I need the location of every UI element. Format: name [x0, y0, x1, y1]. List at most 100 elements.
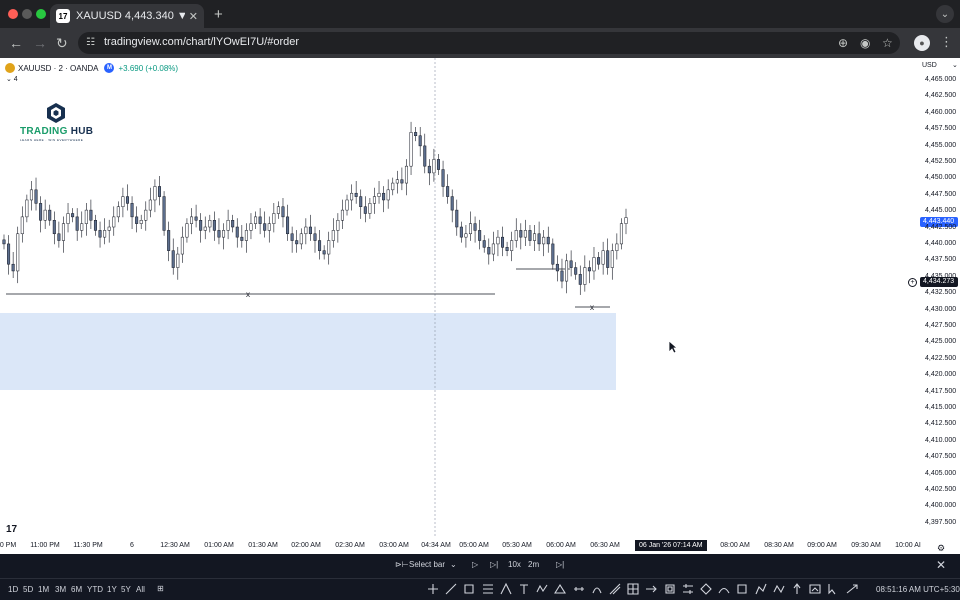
- candle-body[interactable]: [43, 209, 47, 221]
- arc-tool-icon[interactable]: [717, 582, 731, 596]
- candle-body[interactable]: [304, 226, 308, 235]
- range-button-1d[interactable]: 1D: [8, 585, 18, 594]
- price-plot[interactable]: x x: [0, 58, 918, 538]
- candle-body[interactable]: [336, 220, 340, 231]
- candle-body[interactable]: [263, 223, 267, 231]
- candle-body[interactable]: [555, 263, 559, 272]
- candle-body[interactable]: [139, 220, 143, 224]
- candle-body[interactable]: [89, 209, 93, 221]
- shape-tool-icon[interactable]: [699, 582, 713, 596]
- candle-body[interactable]: [615, 243, 619, 251]
- candle-body[interactable]: [48, 209, 52, 221]
- candle-body[interactable]: [432, 159, 436, 174]
- url-text[interactable]: tradingview.com/chart/lYOwEI7U/#order: [104, 36, 299, 48]
- candle-body[interactable]: [478, 230, 482, 241]
- add-alert-plus-icon[interactable]: +: [908, 278, 917, 287]
- range-button-ytd[interactable]: YTD: [87, 585, 103, 594]
- candle-body[interactable]: [318, 240, 322, 251]
- candle-body[interactable]: [121, 196, 125, 207]
- chart-settings-gear-icon[interactable]: ⚙: [937, 543, 945, 554]
- candle-body[interactable]: [71, 213, 75, 218]
- candle-body[interactable]: [551, 243, 555, 265]
- candle-body[interactable]: [276, 206, 280, 214]
- candle-body[interactable]: [359, 196, 363, 207]
- candle-body[interactable]: [57, 233, 61, 241]
- forward-arrow-icon[interactable]: →: [33, 35, 47, 51]
- candle-body[interactable]: [350, 192, 354, 201]
- candle-body[interactable]: [130, 203, 134, 218]
- tab-tradingview[interactable]: 17 XAUUSD 4,443.340 ▼ −0.3% ✕: [50, 4, 204, 28]
- path-tool-icon[interactable]: [754, 582, 768, 596]
- candle-body[interactable]: [409, 132, 413, 167]
- candle-body[interactable]: [25, 199, 29, 218]
- candle-body[interactable]: [427, 165, 431, 174]
- back-arrow-icon[interactable]: ←: [9, 35, 23, 51]
- candle-body[interactable]: [171, 250, 175, 268]
- candle-body[interactable]: [528, 230, 532, 241]
- candle-body[interactable]: [16, 233, 20, 272]
- candle-body[interactable]: [354, 192, 358, 197]
- zigzag-tool-icon[interactable]: [772, 582, 786, 596]
- candle-body[interactable]: [542, 236, 546, 245]
- candle-body[interactable]: [20, 216, 24, 235]
- currency-label[interactable]: USD: [922, 62, 937, 69]
- candle-body[interactable]: [222, 230, 226, 238]
- candle-body[interactable]: [185, 223, 189, 238]
- candle-body[interactable]: [404, 165, 408, 184]
- candle-body[interactable]: [313, 233, 317, 241]
- candle-body[interactable]: [180, 236, 184, 255]
- candle-body[interactable]: [267, 223, 271, 231]
- tab-search-chevron-icon[interactable]: ⌄: [936, 5, 954, 23]
- zoom-icon[interactable]: ⊕: [838, 36, 848, 50]
- candle-body[interactable]: [505, 247, 509, 251]
- candle-body[interactable]: [144, 209, 148, 221]
- candle-body[interactable]: [125, 196, 129, 204]
- candle-body[interactable]: [592, 257, 596, 272]
- currency-chevron-icon[interactable]: ⌄: [952, 61, 958, 69]
- candle-body[interactable]: [340, 209, 344, 221]
- drawing-x-mark-2[interactable]: x: [590, 303, 594, 312]
- candle-body[interactable]: [217, 230, 221, 238]
- candle-body[interactable]: [7, 243, 11, 265]
- candle-body[interactable]: [226, 220, 230, 231]
- candle-body[interactable]: [98, 230, 102, 238]
- measure-tool-icon[interactable]: [572, 582, 586, 596]
- candle-body[interactable]: [322, 250, 326, 255]
- candle-body[interactable]: [194, 216, 198, 221]
- candle-body[interactable]: [295, 240, 299, 245]
- time-scale[interactable]: 06 Jan '26 07:14 AM 0 PM 11:00 PM 11:30 PM…: [0, 538, 921, 554]
- range-tool-icon[interactable]: [663, 582, 677, 596]
- symbol-name[interactable]: XAUUSD · 2 · OANDA: [18, 64, 98, 73]
- replay-interval-button[interactable]: 2m: [528, 560, 539, 569]
- range-button-1m[interactable]: 1M: [38, 585, 49, 594]
- browser-menu-icon[interactable]: ⋮: [940, 34, 953, 50]
- candle-body[interactable]: [377, 192, 381, 197]
- close-window-icon[interactable]: [8, 9, 18, 19]
- crosshair-tool-icon[interactable]: [426, 582, 440, 596]
- range-button-5d[interactable]: 5D: [23, 585, 33, 594]
- candle-body[interactable]: [29, 189, 33, 201]
- url-omnibox[interactable]: ☷ tradingview.com/chart/lYOwEI7U/#order …: [78, 32, 900, 54]
- arrow-tool-icon[interactable]: [845, 582, 859, 596]
- candle-body[interactable]: [116, 206, 120, 218]
- candle-body[interactable]: [537, 233, 541, 245]
- site-info-icon[interactable]: ☷: [86, 37, 95, 48]
- candle-body[interactable]: [464, 233, 468, 238]
- candle-body[interactable]: [418, 135, 422, 147]
- candle-body[interactable]: [368, 203, 372, 214]
- range-button-3m[interactable]: 3M: [55, 585, 66, 594]
- candle-body[interactable]: [560, 270, 564, 282]
- utc-clock[interactable]: 08:51:16 AM UTC+5:30: [876, 585, 960, 594]
- candle-body[interactable]: [510, 240, 514, 251]
- candle-body[interactable]: [249, 223, 253, 231]
- ruler-tool-icon[interactable]: [608, 582, 622, 596]
- prediction-tool-icon[interactable]: [553, 582, 567, 596]
- candle-body[interactable]: [135, 216, 139, 224]
- candle-body[interactable]: [231, 220, 235, 228]
- candle-body[interactable]: [258, 216, 262, 224]
- candle-body[interactable]: [501, 236, 505, 248]
- candle-body[interactable]: [107, 226, 111, 231]
- candle-body[interactable]: [93, 220, 97, 231]
- candle-body[interactable]: [281, 206, 285, 218]
- image-tool-icon[interactable]: [808, 582, 822, 596]
